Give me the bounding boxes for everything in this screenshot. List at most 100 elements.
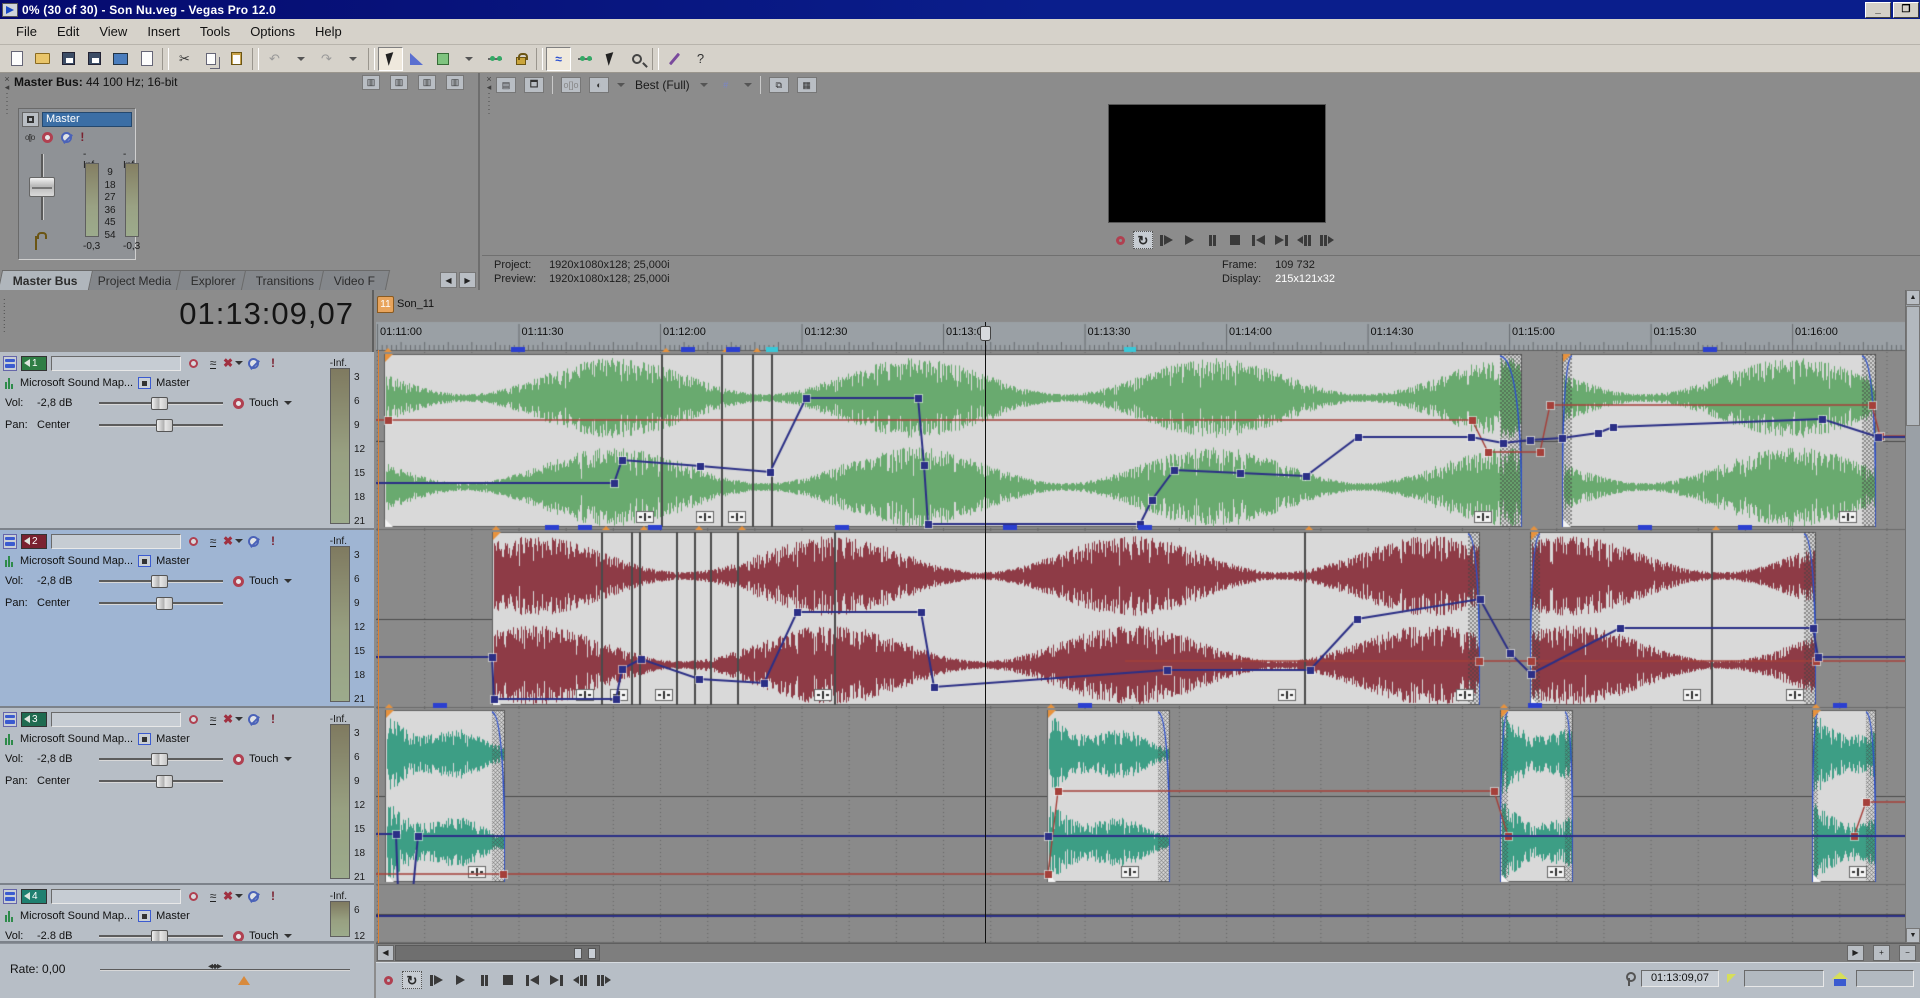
normal-edit-tool-button[interactable] [378, 47, 403, 71]
menu-options[interactable]: Options [240, 20, 305, 43]
arm-record-button[interactable] [185, 715, 201, 724]
selection-edit-tool-button[interactable] [430, 47, 455, 71]
rate-slider-groove[interactable] [100, 969, 350, 971]
solo-button[interactable]: ! [265, 535, 281, 547]
minimize-track-icon[interactable] [3, 356, 17, 371]
auto-ripple-button[interactable]: ≈ [546, 47, 571, 71]
master-fader-thumb[interactable] [29, 177, 55, 197]
volume-value[interactable]: -2,8 dB [37, 575, 99, 587]
automation-dropdown-icon[interactable] [284, 401, 292, 405]
transport-go-to-end[interactable] [1271, 231, 1291, 249]
redo-dropdown-button[interactable] [340, 47, 365, 71]
scroll-down-button[interactable]: ▼ [1906, 928, 1920, 943]
track-envelopes-button[interactable]: ≈ [205, 358, 221, 369]
panel-grip[interactable]: ×◂::: [484, 75, 494, 135]
solo-button[interactable]: ! [265, 713, 281, 725]
transport-go-to-end[interactable] [546, 971, 566, 989]
bus-assignment-icon[interactable] [138, 733, 151, 745]
bus-name-input[interactable]: Master [42, 112, 132, 127]
track-header-4[interactable]: 4≈✖!-Inf.Microsoft Sound Map...MasterVol… [0, 885, 374, 943]
menu-file[interactable]: File [6, 20, 47, 43]
restore-button[interactable]: ❐ [1893, 2, 1919, 18]
track-header-1[interactable]: 1≈✖!-Inf.Microsoft Sound Map...MasterVol… [0, 352, 374, 530]
device-selector[interactable]: Microsoft Sound Map... [20, 910, 133, 922]
menu-edit[interactable]: Edit [47, 20, 89, 43]
volume-slider[interactable] [99, 402, 223, 405]
solo-button[interactable]: ! [265, 357, 281, 369]
tab-project-media[interactable]: Project Media [83, 270, 187, 290]
bus-assignment[interactable]: Master [156, 377, 190, 389]
transport-go-to-start[interactable] [522, 971, 542, 989]
zoom-out-button[interactable]: − [1899, 945, 1916, 961]
volume-slider-thumb[interactable] [151, 575, 168, 588]
menu-view[interactable]: View [89, 20, 137, 43]
volume-slider-thumb[interactable] [151, 753, 168, 766]
device-selector[interactable]: Microsoft Sound Map... [20, 733, 133, 745]
tab-explorer[interactable]: Explorer [176, 270, 251, 290]
minimize-button[interactable]: _ [1865, 2, 1891, 18]
grid-overlay-icon[interactable]: # [716, 77, 736, 93]
bus-assignment-icon[interactable] [138, 377, 151, 389]
grid-dropdown-icon[interactable] [744, 83, 752, 87]
menu-tools[interactable]: Tools [190, 20, 240, 43]
track-name-input[interactable] [51, 356, 181, 371]
playhead-handle[interactable] [980, 326, 991, 341]
solo-button[interactable]: ! [265, 890, 281, 902]
menu-insert[interactable]: Insert [137, 20, 190, 43]
project-properties-button[interactable] [82, 47, 107, 71]
volume-value[interactable]: -2.8 dB [37, 930, 99, 942]
volume-value[interactable]: -2,8 dB [37, 397, 99, 409]
mute-button[interactable] [245, 536, 261, 547]
automation-gear-icon[interactable] [233, 576, 244, 587]
mute-icon[interactable] [61, 132, 72, 143]
transport-play[interactable] [450, 971, 470, 989]
vertical-scrollbar[interactable]: ▲ ▼ [1905, 290, 1920, 943]
scroll-up-button[interactable]: ▲ [1906, 290, 1920, 305]
pan-slider[interactable] [99, 602, 223, 605]
tab-transitions[interactable]: Transitions [241, 270, 330, 290]
transport-loop-playback[interactable]: ↻ [1133, 231, 1153, 249]
mute-button[interactable] [245, 891, 261, 902]
automation-mode[interactable]: Touch [249, 930, 280, 942]
transport-play-from-start[interactable] [426, 971, 446, 989]
split-trim-tool-button[interactable] [572, 47, 597, 71]
redo-button[interactable]: ↷ [314, 47, 339, 71]
transport-pause[interactable] [474, 971, 494, 989]
mute-button[interactable] [245, 714, 261, 725]
transport-stop[interactable] [498, 971, 518, 989]
transport-play-from-start[interactable] [1156, 231, 1176, 249]
save-project-button[interactable] [56, 47, 81, 71]
tabs-scroll-left-button[interactable]: ◀ [440, 272, 457, 288]
panel-grip[interactable]: ×◂::: [2, 75, 12, 135]
track-fx-button[interactable]: ✖ [225, 713, 241, 725]
mute-button[interactable] [245, 358, 261, 369]
dropdown-icon[interactable] [617, 83, 625, 87]
rate-slider-thumb[interactable]: ◂◂▸▸ [208, 961, 220, 972]
minimize-track-icon[interactable] [3, 889, 17, 904]
cut-button[interactable]: ✂ [172, 47, 197, 71]
track-envelopes-button[interactable]: ≈ [205, 714, 221, 725]
track-fx-button[interactable]: ✖ [225, 890, 241, 902]
whats-this-help-button[interactable]: ? [688, 47, 713, 71]
horizontal-scroll-thumb[interactable] [395, 945, 600, 961]
automation-mode[interactable]: Touch [249, 575, 280, 587]
volume-slider-thumb[interactable] [151, 930, 168, 943]
arm-record-button[interactable] [185, 359, 201, 368]
status-extra-box[interactable] [1856, 970, 1914, 987]
envelope-edit-tool-button[interactable] [404, 47, 429, 71]
copy-snapshot-icon[interactable]: ⧉ [769, 77, 789, 93]
new-project-button[interactable] [4, 47, 29, 71]
horizontal-scrollbar[interactable]: ◀ ▶ + − [376, 943, 1920, 962]
video-properties-icon[interactable]: ▤ [496, 77, 516, 93]
automation-dropdown-icon[interactable] [284, 934, 292, 938]
zoom-edit-tool-button[interactable] [624, 47, 649, 71]
transport-stop[interactable] [1225, 231, 1245, 249]
tab-master-bus[interactable]: Master Bus [0, 270, 93, 290]
dim-output-icon[interactable]: ▥ [418, 75, 436, 90]
transport-next-frame[interactable] [1317, 231, 1337, 249]
bus-assignment[interactable]: Master [156, 910, 190, 922]
status-timecode[interactable]: 01:13:09,07 [1641, 970, 1719, 987]
scroll-right-button[interactable]: ▶ [1847, 945, 1864, 961]
track-name-input[interactable] [51, 534, 181, 549]
default-cursor-tool-button[interactable] [598, 47, 623, 71]
